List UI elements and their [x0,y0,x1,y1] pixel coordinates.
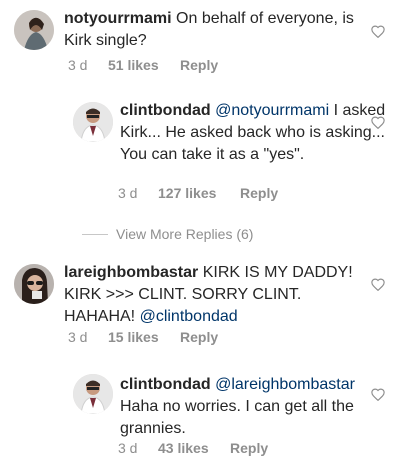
comment-text: lareighbombastar KIRK IS MY DADDY! KIRK … [64,262,364,328]
avatar-photo [73,374,113,414]
mention-link[interactable]: @notyourrmami [215,102,329,119]
reply-button[interactable]: Reply [240,184,278,202]
mention-link[interactable]: @lareighbombastar [215,376,355,393]
comment-meta: 3 d 51 likes Reply [68,56,218,74]
comment-likes[interactable]: 51 likes [108,56,180,74]
comment-text: notyourrmami On behalf of everyone, is K… [64,8,356,52]
avatar[interactable] [14,264,54,304]
comment-likes[interactable]: 127 likes [158,184,240,202]
avatar-photo [73,102,113,142]
comment-item: notyourrmami On behalf of everyone, is K… [0,0,400,80]
comment-time: 3 d [118,440,138,456]
reply-item: clintbondad @notyourrmami I asked Kirk..… [0,90,400,210]
reply-button[interactable]: Reply [180,56,218,74]
avatar[interactable] [73,102,113,142]
comment-body: Haha no worries. I can get all the grann… [120,398,354,437]
comment-likes[interactable]: 15 likes [108,328,180,346]
reply-item: clintbondad @lareighbombastar Haha no wo… [0,366,400,466]
view-more-replies-button[interactable]: View More Replies (6) [82,226,253,242]
comment-likes[interactable]: 43 likes [158,439,230,457]
reply-button[interactable]: Reply [230,439,268,457]
comment-username[interactable]: notyourrmami [64,10,172,27]
heart-icon[interactable] [371,388,385,401]
reply-text: clintbondad @notyourrmami I asked Kirk..… [120,100,392,166]
comment-username[interactable]: lareighbombastar [64,264,198,281]
divider-line [82,233,108,235]
avatar-photo [14,264,54,304]
comment-meta: 3 d 127 likes Reply [118,184,278,202]
view-more-replies-label: View More Replies (6) [116,226,254,242]
reply-text: clintbondad @lareighbombastar Haha no wo… [120,374,392,440]
comment-meta: 3 d 43 likes Reply [118,439,268,457]
heart-icon[interactable] [371,278,385,291]
comment-username[interactable]: clintbondad [120,102,211,119]
avatar-photo [14,10,54,50]
comment-username[interactable]: clintbondad [120,376,211,393]
comment-time: 3 d [68,57,88,73]
comment-meta: 3 d 15 likes Reply [68,328,218,346]
comment-item: lareighbombastar KIRK IS MY DADDY! KIRK … [0,254,400,354]
mention-link[interactable]: @clintbondad [140,308,238,325]
heart-icon[interactable] [371,25,385,38]
avatar[interactable] [73,374,113,414]
comment-time: 3 d [118,185,138,201]
reply-button[interactable]: Reply [180,328,218,346]
heart-icon[interactable] [371,116,385,129]
comment-time: 3 d [68,329,88,345]
avatar[interactable] [14,10,54,50]
